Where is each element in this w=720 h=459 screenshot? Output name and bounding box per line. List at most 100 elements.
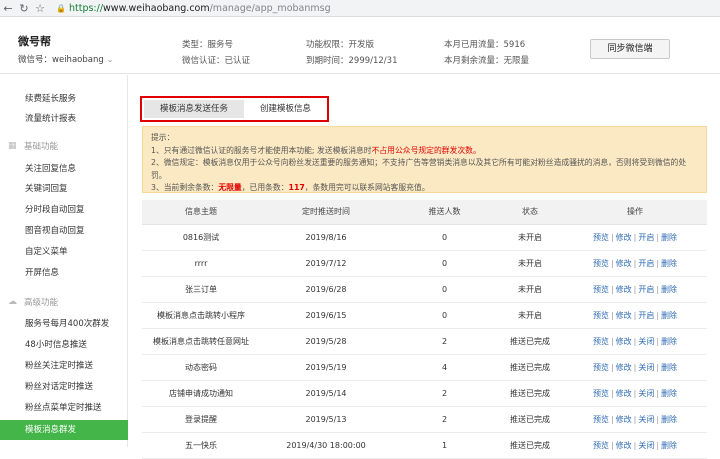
edit-link[interactable]: 修改 [616, 363, 632, 372]
cell-time: 2019/5/19 [260, 354, 392, 381]
sidebar-item-keyword-reply[interactable]: 关键词回复 [0, 179, 128, 199]
wechat-id-label: 微信号： [18, 55, 53, 65]
sidebar-item-follow-timed-push[interactable]: 粉丝关注定时推送 [0, 356, 128, 376]
preview-link[interactable]: 预览 [593, 337, 609, 346]
cell-topic: rrrr [142, 250, 260, 277]
cell-status: 未开启 [497, 276, 563, 303]
edit-link[interactable]: 修改 [616, 233, 632, 242]
preview-link[interactable]: 预览 [593, 311, 609, 320]
table-row: 张三订单 2019/6/28 0 未开启 预览 | 修改 | 开启 | 删除 [142, 276, 707, 303]
cell-topic: 模板消息点击跳转小程序 [142, 302, 260, 329]
sidebar-item-media-reply[interactable]: 图音视自动回复 [0, 221, 128, 241]
delete-link[interactable]: 删除 [661, 337, 677, 346]
url-field[interactable]: 🔒 https:// www.weihaobang.com /manage/ap… [56, 3, 331, 14]
sidebar-item-renew[interactable]: 续费延长服务 [0, 89, 128, 109]
edit-link[interactable]: 修改 [616, 389, 632, 398]
header-time: 定时推送时间 [260, 200, 392, 225]
preview-link[interactable]: 预览 [593, 389, 609, 398]
edit-link[interactable]: 修改 [616, 285, 632, 294]
notice-line-3: 3、当前剩余条数：无限量，已用条数：117，条数用完可以联系网站客服充值。 [151, 182, 698, 195]
action-separator: | [656, 414, 660, 424]
sidebar-item-flow-report[interactable]: 流量统计报表 [0, 109, 128, 129]
action-separator: | [610, 232, 614, 242]
sidebar-item-template-broadcast[interactable]: 模板消息群发 [0, 420, 128, 440]
cell-status: 推送已完成 [497, 328, 563, 355]
preview-link[interactable]: 预览 [593, 233, 609, 242]
sidebar-item-chat-timed-push[interactable]: 粉丝对话定时推送 [0, 377, 128, 397]
function-permission: 功能权限：开发版 [306, 40, 375, 50]
edit-link[interactable]: 修改 [616, 337, 632, 346]
sidebar-item-48h-push[interactable]: 48小时信息推送 [0, 335, 128, 355]
toggle-link[interactable]: 关闭 [638, 441, 654, 450]
cell-actions: 预览 | 修改 | 开启 | 删除 [563, 224, 707, 251]
delete-link[interactable]: 删除 [661, 311, 677, 320]
cell-count: 0 [392, 224, 497, 251]
edit-link[interactable]: 修改 [616, 311, 632, 320]
sidebar-item-follow-reply[interactable]: 关注回复信息 [0, 159, 128, 179]
sync-wechat-button[interactable]: 同步微信端 [590, 39, 670, 59]
notice-line-1-text: 1、只有通过微信认证的服务号才能使用本功能; 发送模板消息时 [151, 145, 372, 155]
verify-status: 微信认证：已认证 [182, 56, 251, 66]
star-icon[interactable]: ☆ [32, 2, 48, 15]
header-count: 推送人数 [392, 200, 497, 225]
cell-status: 推送已完成 [497, 406, 563, 433]
sidebar-item-custom-menu[interactable]: 自定义菜单 [0, 242, 128, 262]
used-flow: 本月已用流量：5916 [444, 40, 526, 50]
cell-topic: 模板消息点击跳转任意网址 [142, 328, 260, 355]
tab-send-tasks[interactable]: 模板消息发送任务 [144, 100, 244, 118]
action-separator: | [610, 414, 614, 424]
reload-icon[interactable]: ↻ [16, 2, 32, 15]
wechat-id[interactable]: 微信号：weihaobang ⌄ [18, 53, 114, 65]
edit-link[interactable]: 修改 [616, 415, 632, 424]
action-separator: | [633, 258, 637, 268]
preview-link[interactable]: 预览 [593, 415, 609, 424]
toggle-link[interactable]: 关闭 [638, 337, 654, 346]
cell-actions: 预览 | 修改 | 开启 | 删除 [563, 276, 707, 303]
edit-link[interactable]: 修改 [616, 259, 632, 268]
action-separator: | [633, 310, 637, 320]
action-separator: | [656, 388, 660, 398]
sidebar-item-timed-reply[interactable]: 分时段自动回复 [0, 200, 128, 220]
toggle-link[interactable]: 开启 [638, 311, 654, 320]
cell-count: 2 [392, 328, 497, 355]
action-separator: | [633, 440, 637, 450]
action-separator: | [610, 362, 614, 372]
delete-link[interactable]: 删除 [661, 363, 677, 372]
cell-topic: 张三订单 [142, 276, 260, 303]
sidebar-item-splash-info[interactable]: 开屏信息 [0, 263, 128, 283]
action-separator: | [633, 388, 637, 398]
delete-link[interactable]: 删除 [661, 259, 677, 268]
preview-link[interactable]: 预览 [593, 441, 609, 450]
notice-line-3-tail: ，条数用完可以联系网站客服充值。 [304, 183, 430, 192]
cell-topic: 店铺申请成功通知 [142, 380, 260, 407]
sidebar-item-monthly-broadcast[interactable]: 服务号每月400次群发 [0, 314, 128, 334]
lock-icon: 🔒 [56, 3, 66, 13]
action-separator: | [610, 336, 614, 346]
delete-link[interactable]: 删除 [661, 285, 677, 294]
toggle-link[interactable]: 开启 [638, 233, 654, 242]
notice-used-value: 117 [288, 183, 305, 192]
cell-time: 2019/4/30 18:00:00 [260, 432, 392, 459]
browser-address-bar: ← ↻ ☆ 🔒 https:// www.weihaobang.com /man… [0, 0, 720, 17]
toggle-link[interactable]: 关闭 [638, 415, 654, 424]
delete-link[interactable]: 删除 [661, 415, 677, 424]
toggle-link[interactable]: 关闭 [638, 389, 654, 398]
delete-link[interactable]: 删除 [661, 389, 677, 398]
edit-link[interactable]: 修改 [616, 441, 632, 450]
preview-link[interactable]: 预览 [593, 363, 609, 372]
toggle-link[interactable]: 开启 [638, 285, 654, 294]
delete-link[interactable]: 删除 [661, 233, 677, 242]
tab-create-template[interactable]: 创建模板信息 [246, 100, 325, 118]
back-icon[interactable]: ← [0, 2, 16, 15]
cell-count: 0 [392, 302, 497, 329]
toggle-link[interactable]: 开启 [638, 259, 654, 268]
account-header: 微号帮 微信号：weihaobang ⌄ 类型：服务号 微信认证：已认证 功能权… [0, 17, 720, 74]
sidebar-item-menu-timed-push[interactable]: 粉丝点菜单定时推送 [0, 398, 128, 418]
sidebar-group-basic: ▦ 基础功能 [8, 140, 58, 152]
action-separator: | [656, 232, 660, 242]
cell-time: 2019/5/28 [260, 328, 392, 355]
preview-link[interactable]: 预览 [593, 259, 609, 268]
toggle-link[interactable]: 关闭 [638, 363, 654, 372]
delete-link[interactable]: 删除 [661, 441, 677, 450]
preview-link[interactable]: 预览 [593, 285, 609, 294]
